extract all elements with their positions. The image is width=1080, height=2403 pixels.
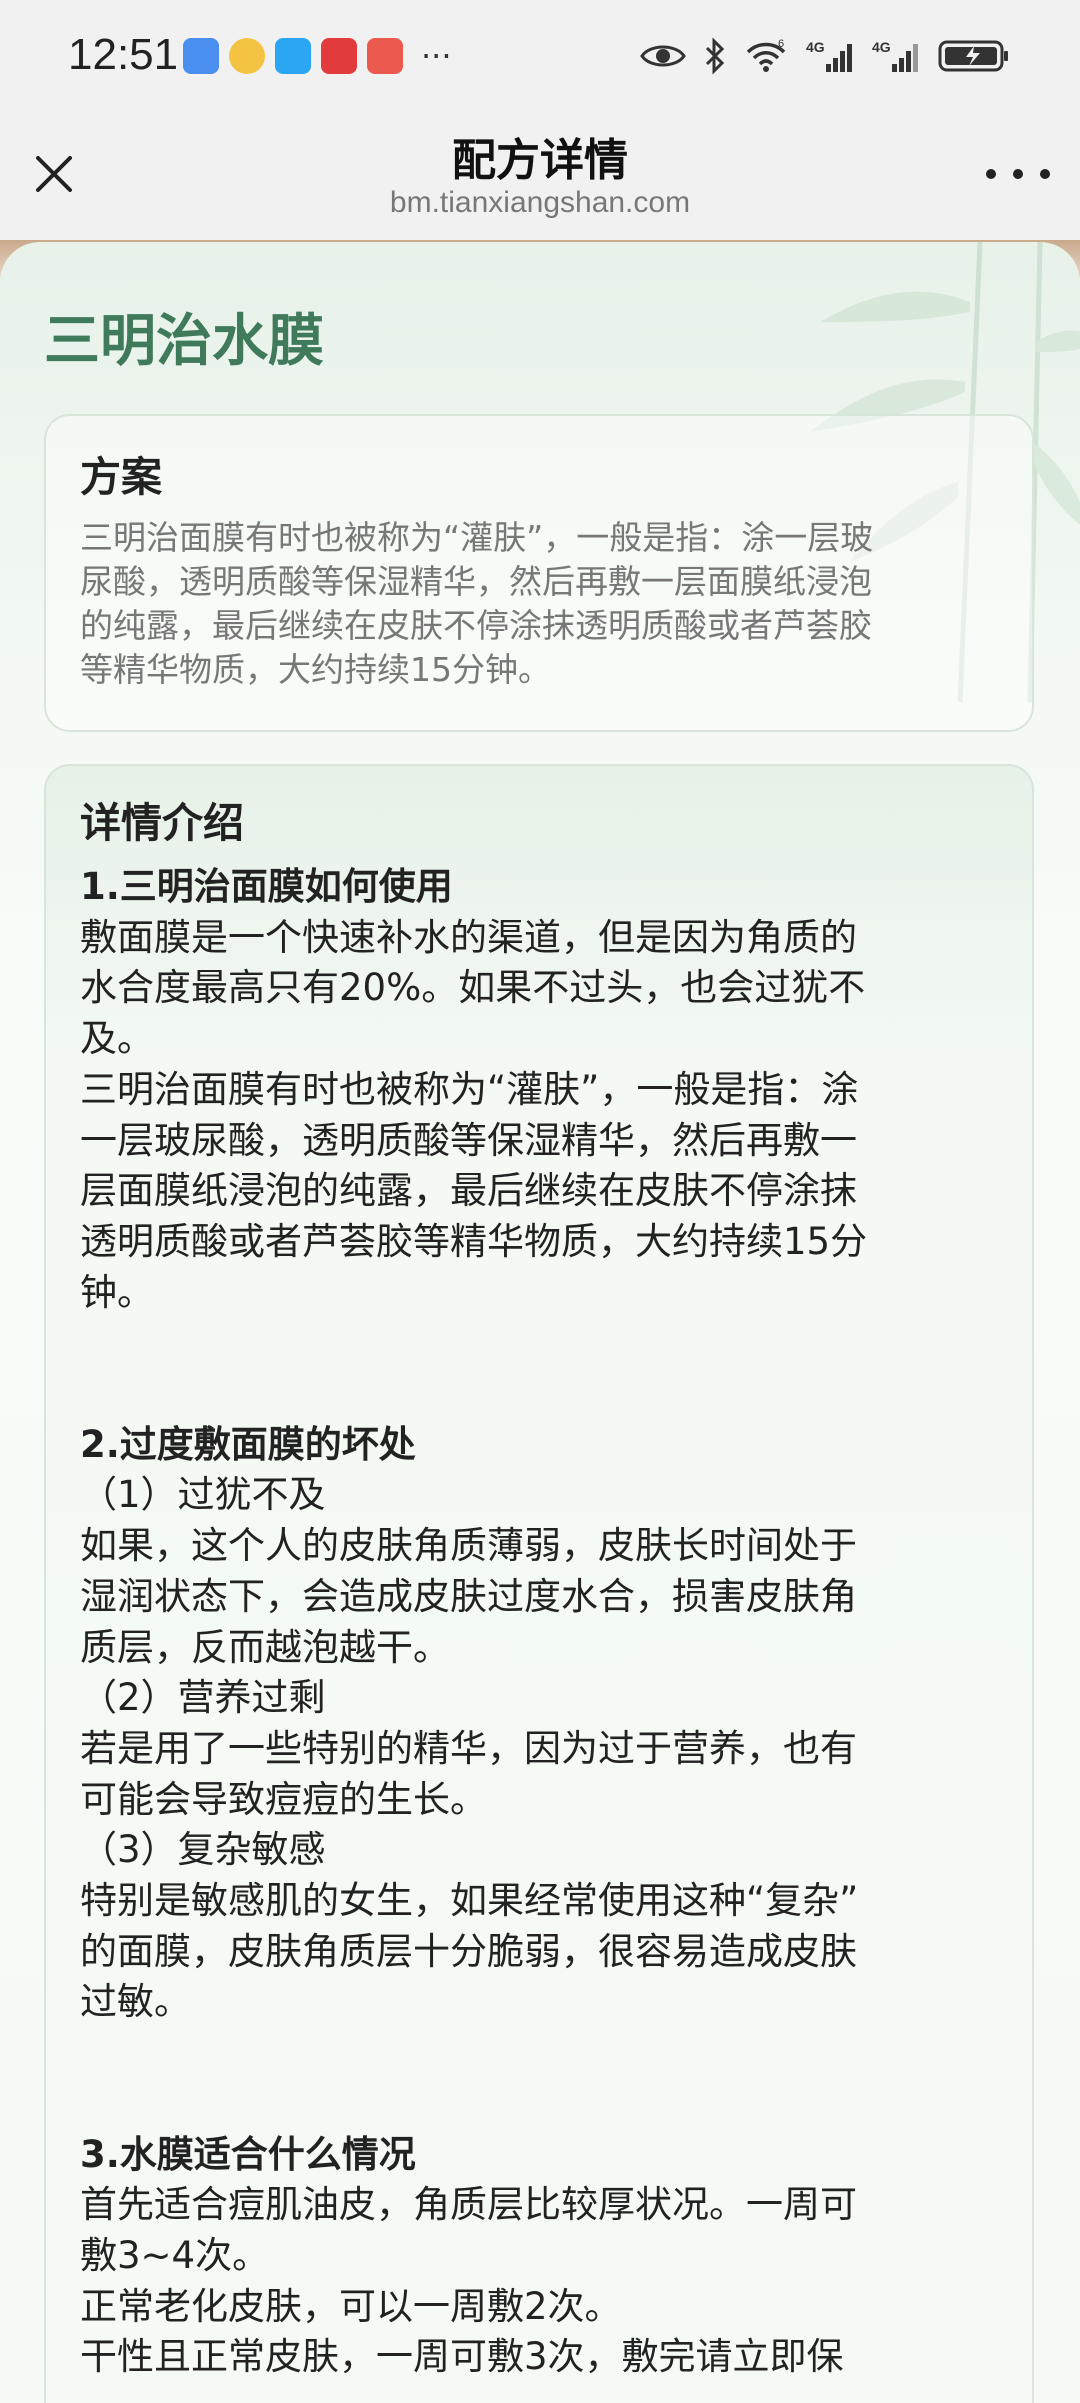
svg-text:4G: 4G (806, 39, 825, 55)
weibo-icon (229, 38, 265, 74)
plan-line: 尿酸，透明质酸等保湿精华，然后再敷一层面膜纸浸泡 (80, 562, 872, 601)
detail-line: 过敏。 (80, 1980, 191, 2024)
details-card: 详情介绍 1.三明治面膜如何使用 敷面膜是一个快速补水的渠道，但是因为角质的 水… (44, 764, 1034, 2403)
message-icon (275, 38, 311, 74)
page-title: 配方详情 (452, 135, 628, 186)
page-url: bm.tianxiangshan.com (389, 186, 691, 219)
system-icons: 6 4G 4G (640, 34, 1010, 78)
plan-body: 三明治面膜有时也被称为“灌肤”，一般是指：涂一层玻 尿酸，透明质酸等保湿精华，然… (80, 516, 998, 692)
detail-line: 质层，反而越泡越干。 (80, 1625, 450, 1669)
detail-line: 湿润状态下，会造成皮肤过度水合，损害皮肤角 (80, 1574, 857, 1618)
eye-icon (640, 45, 686, 67)
detail-line: 一层玻尿酸，透明质酸等保湿精华，然后再敷一 (80, 1118, 857, 1162)
detail-line: 敷面膜是一个快速补水的渠道，但是因为角质的 (80, 915, 857, 959)
wifi-icon: 6 (746, 38, 786, 72)
details-heading: 详情介绍 (80, 799, 244, 847)
detail-line: 钟。 (80, 1270, 154, 1314)
detail-line: 透明质酸或者芦荟胶等精华物质，大约持续15分 (80, 1219, 868, 1263)
detail-line: 首先适合痘肌油皮，角质层比较厚状况。一周可 (80, 2183, 857, 2227)
huawei-icon (321, 38, 357, 74)
svg-text:4G: 4G (872, 39, 891, 55)
status-time: 12:51 (68, 30, 179, 79)
dot-icon (1013, 169, 1023, 179)
detail-line: 敷3~4次。 (80, 2233, 270, 2277)
detail-line: 水合度最高只有20%。如果不过头，也会过犹不 (80, 966, 866, 1010)
plan-line: 的纯露，最后继续在皮肤不停涂抹透明质酸或者芦荟胶 (80, 606, 872, 645)
bluetooth-icon (705, 38, 725, 74)
battery-icon (938, 40, 1008, 72)
web-content[interactable]: 三明治水膜 方案 三明治面膜有时也被称为“灌肤”，一般是指：涂一层玻 尿酸，透明… (0, 240, 1080, 2403)
more-notifications-icon: ··· (421, 37, 452, 75)
detail-line: （2）营养过剩 (80, 1676, 326, 1720)
recipe-title: 三明治水膜 (44, 309, 324, 374)
detail-line: 可能会导致痘痘的生长。 (80, 1777, 487, 1821)
recipe-page: 三明治水膜 方案 三明治面膜有时也被称为“灌肤”，一般是指：涂一层玻 尿酸，透明… (0, 242, 1080, 2403)
detail-line: 的面膜，皮肤角质层十分脆弱，很容易造成皮肤 (80, 1929, 857, 1973)
dot-icon (1040, 169, 1050, 179)
signal-1-icon: 4G (806, 39, 852, 72)
plan-line: 等精华物质，大约持续15分钟。 (80, 650, 551, 689)
detail-line: 正常老化皮肤，可以一周敷2次。 (80, 2284, 622, 2328)
plan-heading: 方案 (80, 453, 162, 501)
detail-line: （3）复杂敏感 (80, 1828, 326, 1872)
notification-icons: ··· (183, 36, 452, 76)
detail-line: 若是用了一些特别的精华，因为过于营养，也有 (80, 1726, 857, 1770)
dot-icon (986, 169, 996, 179)
nav-bar: 配方详情 bm.tianxiangshan.com (0, 110, 1080, 240)
section-title: 3.水膜适合什么情况 (80, 2132, 416, 2176)
more-options-button[interactable] (986, 162, 1050, 186)
signal-2-icon: 4G (872, 39, 918, 72)
section-title: 2.过度敷面膜的坏处 (80, 1422, 416, 1466)
qq-icon (183, 38, 219, 74)
detail-line: （1）过犹不及 (80, 1473, 326, 1517)
svg-text:6: 6 (778, 38, 784, 50)
taobao-icon (367, 38, 403, 74)
plan-card: 方案 三明治面膜有时也被称为“灌肤”，一般是指：涂一层玻 尿酸，透明质酸等保湿精… (44, 414, 1034, 732)
detail-line: 干性且正常皮肤，一周可敷3次，敷完请立即保 (80, 2335, 844, 2379)
plan-line: 三明治面膜有时也被称为“灌肤”，一般是指：涂一层玻 (80, 518, 874, 557)
detail-line: 层面膜纸浸泡的纯露，最后继续在皮肤不停涂抹 (80, 1169, 857, 1213)
status-bar: 12:51 ··· 6 4G 4G (0, 0, 1080, 110)
detail-line: 三明治面膜有时也被称为“灌肤”，一般是指：涂 (80, 1067, 859, 1111)
section-title: 1.三明治面膜如何使用 (80, 865, 453, 908)
detail-line: 及。 (80, 1017, 154, 1061)
detail-line: 特别是敏感肌的女生，如果经常使用这种“复杂” (80, 1879, 859, 1923)
detail-line: 如果，这个人的皮肤角质薄弱，皮肤长时间处于 (80, 1524, 857, 1568)
